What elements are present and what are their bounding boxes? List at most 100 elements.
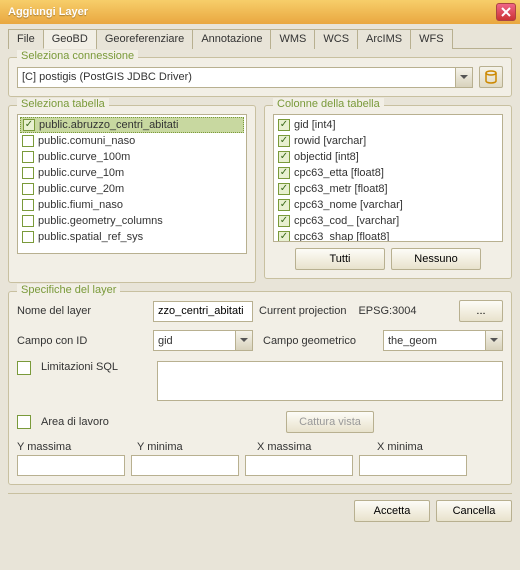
column-item[interactable]: gid [int4] xyxy=(276,117,500,133)
cancel-button[interactable]: Cancella xyxy=(436,500,512,522)
tab-bar: File GeoBD Georeferenziare Annotazione W… xyxy=(8,28,512,49)
connection-group: Seleziona connessione [C] postigis (Post… xyxy=(8,57,512,97)
table-item[interactable]: public.comuni_naso xyxy=(20,133,244,149)
column-label: cpc63_etta [float8] xyxy=(294,167,384,179)
table-item[interactable]: public.curve_10m xyxy=(20,165,244,181)
column-label: gid [int4] xyxy=(294,119,336,131)
workspace-checkbox[interactable] xyxy=(17,415,31,429)
table-item[interactable]: public.curve_20m xyxy=(20,181,244,197)
connection-title: Seleziona connessione xyxy=(17,50,138,62)
table-checkbox[interactable] xyxy=(22,135,34,147)
column-item[interactable]: objectid [int8] xyxy=(276,149,500,165)
xmin-label: X minima xyxy=(377,441,491,453)
table-checkbox[interactable] xyxy=(22,231,34,243)
columns-list[interactable]: gid [int4] rowid [varchar]objectid [int8]… xyxy=(273,114,503,242)
column-checkbox[interactable] xyxy=(278,151,290,163)
close-button[interactable] xyxy=(496,3,516,21)
accept-button[interactable]: Accetta xyxy=(354,500,430,522)
dialog-footer: Accetta Cancella xyxy=(8,493,512,522)
column-checkbox[interactable] xyxy=(278,215,290,227)
tab-geobd[interactable]: GeoBD xyxy=(43,29,97,49)
tab-wfs[interactable]: WFS xyxy=(410,29,452,49)
ymax-label: Y massima xyxy=(17,441,131,453)
id-field-label: Campo con ID xyxy=(17,335,147,347)
tab-annot[interactable]: Annotazione xyxy=(192,29,271,49)
close-icon xyxy=(501,7,511,17)
xmin-input[interactable] xyxy=(359,455,467,476)
table-label: public.curve_100m xyxy=(38,151,130,163)
tab-wms[interactable]: WMS xyxy=(270,29,315,49)
tab-arcims[interactable]: ArcIMS xyxy=(357,29,411,49)
table-item[interactable]: public.spatial_ref_sys xyxy=(20,229,244,245)
table-label: public.spatial_ref_sys xyxy=(38,231,143,243)
column-label: cpc63_nome [varchar] xyxy=(294,199,403,211)
id-field-combo[interactable]: gid xyxy=(153,330,253,351)
sql-limit-label: Limitazioni SQL xyxy=(41,361,151,373)
table-checkbox[interactable] xyxy=(23,119,35,131)
tab-wcs[interactable]: WCS xyxy=(314,29,358,49)
columns-title: Colonne della tabella xyxy=(273,98,384,110)
projection-label: Current projection xyxy=(259,305,346,317)
column-checkbox[interactable] xyxy=(278,167,290,179)
geom-field-combo[interactable]: the_geom xyxy=(383,330,503,351)
table-label: public.fiumi_naso xyxy=(38,199,123,211)
database-icon xyxy=(484,70,498,84)
xmax-label: X massima xyxy=(257,441,371,453)
table-item[interactable]: public.abruzzo_centri_abitati xyxy=(20,117,244,133)
column-label: cpc63_shap [float8] xyxy=(294,231,389,242)
column-checkbox[interactable] xyxy=(278,199,290,211)
select-none-button[interactable]: Nessuno xyxy=(391,248,481,270)
connection-manage-button[interactable] xyxy=(479,66,503,88)
column-checkbox[interactable] xyxy=(278,231,290,242)
tables-title: Seleziona tabella xyxy=(17,98,109,110)
select-all-button[interactable]: Tutti xyxy=(295,248,385,270)
titlebar: Aggiungi Layer xyxy=(0,0,520,24)
xmax-input[interactable] xyxy=(245,455,353,476)
geom-field-value: the_geom xyxy=(388,335,437,347)
layer-spec-title: Specifiche del layer xyxy=(17,284,120,296)
column-checkbox[interactable] xyxy=(278,119,290,131)
window-title: Aggiungi Layer xyxy=(8,6,88,18)
projection-button[interactable]: ... xyxy=(459,300,503,322)
table-checkbox[interactable] xyxy=(22,199,34,211)
columns-group: Colonne della tabella gid [int4]rowid [v… xyxy=(264,105,512,279)
connection-combo[interactable]: [C] postigis (PostGIS JDBC Driver) xyxy=(17,67,473,88)
workspace-label: Area di lavoro xyxy=(41,416,151,428)
tables-list[interactable]: public.abruzzo_centri_abitati public.comu… xyxy=(17,114,247,254)
table-checkbox[interactable] xyxy=(22,215,34,227)
tab-file[interactable]: File xyxy=(8,29,44,49)
chevron-down-icon xyxy=(235,331,252,350)
column-item[interactable]: cpc63_metr [float8] xyxy=(276,181,500,197)
table-item[interactable]: public.curve_100m xyxy=(20,149,244,165)
table-label: public.comuni_naso xyxy=(38,135,135,147)
column-item[interactable]: rowid [varchar] xyxy=(276,133,500,149)
table-checkbox[interactable] xyxy=(22,151,34,163)
chevron-down-icon xyxy=(455,68,472,87)
column-checkbox[interactable] xyxy=(278,135,290,147)
sql-limit-checkbox[interactable] xyxy=(17,361,31,375)
table-item[interactable]: public.geometry_columns xyxy=(20,213,244,229)
layer-name-input[interactable] xyxy=(153,301,253,322)
column-item[interactable]: cpc63_cod_ [varchar] xyxy=(276,213,500,229)
tab-georef[interactable]: Georeferenziare xyxy=(96,29,194,49)
table-checkbox[interactable] xyxy=(22,183,34,195)
ymin-input[interactable] xyxy=(131,455,239,476)
table-label: public.abruzzo_centri_abitati xyxy=(39,119,178,131)
capture-view-button: Cattura vista xyxy=(286,411,374,433)
sql-limit-input[interactable] xyxy=(157,361,503,401)
ymin-label: Y minima xyxy=(137,441,251,453)
column-label: cpc63_metr [float8] xyxy=(294,183,388,195)
column-item[interactable]: cpc63_etta [float8] xyxy=(276,165,500,181)
chevron-down-icon xyxy=(485,331,502,350)
column-item[interactable]: cpc63_shap [float8] xyxy=(276,229,500,242)
layer-name-label: Nome del layer xyxy=(17,305,147,317)
connection-value: [C] postigis (PostGIS JDBC Driver) xyxy=(22,71,192,83)
layer-spec-group: Specifiche del layer Nome del layer Curr… xyxy=(8,291,512,485)
column-item[interactable]: cpc63_nome [varchar] xyxy=(276,197,500,213)
ymax-input[interactable] xyxy=(17,455,125,476)
column-checkbox[interactable] xyxy=(278,183,290,195)
projection-value: EPSG:3004 xyxy=(358,305,416,317)
table-item[interactable]: public.fiumi_naso xyxy=(20,197,244,213)
table-checkbox[interactable] xyxy=(22,167,34,179)
geom-field-label: Campo geometrico xyxy=(263,335,356,347)
